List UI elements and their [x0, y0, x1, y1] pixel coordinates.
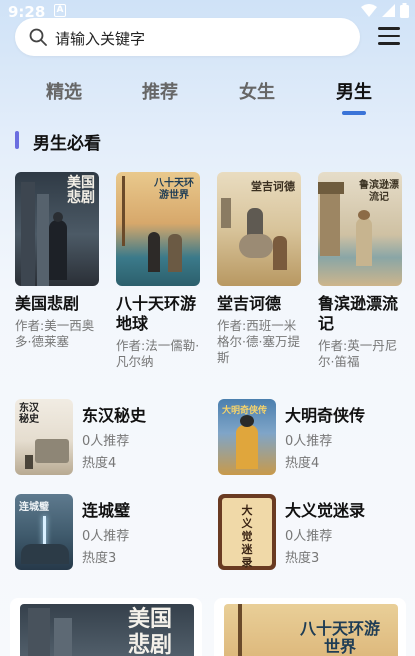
book-title: 大义觉迷录	[285, 501, 366, 520]
book-cover: 美国悲剧	[15, 172, 99, 286]
cover-title: 大明奇侠传	[222, 406, 268, 416]
heat-value: 热度4	[285, 456, 320, 471]
search-input[interactable]: 请输入关键字	[15, 18, 360, 56]
book-cover: 东汉秘史	[15, 399, 73, 475]
tab-tuijian[interactable]: 推荐	[130, 78, 190, 104]
featured-book[interactable]: 鲁滨逊漂流记 鲁滨逊漂流记 作者:英一丹尼尔·笛福	[318, 172, 404, 370]
heat-value: 热度3	[285, 551, 320, 566]
cover-title: 堂吉诃德	[251, 180, 295, 193]
cover-title: 八十天环游世界	[154, 178, 194, 201]
book-author: 作者:英一丹尼尔·笛福	[318, 338, 398, 369]
cover-title: 东汉秘史	[19, 403, 39, 425]
book-title: 连城璧	[82, 501, 131, 520]
notification-icon: A	[54, 4, 66, 17]
list-item[interactable]: 连城璧 连城璧 0人推荐 热度3	[15, 494, 205, 570]
featured-book[interactable]: 美国悲剧 美国悲剧 作者:美一西奥多·德莱塞	[15, 172, 101, 350]
book-title: 美国悲剧	[15, 294, 80, 313]
list-item[interactable]: 东汉秘史 东汉秘史 0人推荐 热度4	[15, 399, 205, 475]
book-cover: 八十天环游世界	[116, 172, 200, 286]
battery-icon	[400, 3, 409, 18]
cover-title: 连城璧	[19, 502, 49, 513]
list-item[interactable]: 大明奇侠传 大明奇侠传 0人推荐 热度4	[218, 399, 408, 475]
section-accent-bar	[15, 131, 19, 149]
book-cover: 连城璧	[15, 494, 73, 570]
banner-card[interactable]: 八十天环游世界	[214, 598, 406, 656]
book-author: 作者:西班一米格尔·德·塞万提斯	[217, 318, 300, 365]
recommend-count: 0人推荐	[82, 434, 130, 449]
recommend-count: 0人推荐	[285, 529, 333, 544]
cover-title: 八十天环游世界	[300, 619, 381, 656]
tab-nvsheng[interactable]: 女生	[227, 78, 287, 104]
tab-nansheng[interactable]: 男生	[324, 78, 384, 104]
status-icons	[361, 3, 409, 18]
cover-title: 美国悲剧	[67, 175, 95, 206]
featured-book[interactable]: 堂吉诃德 堂吉诃德 作者:西班一米格尔·德·塞万提斯	[217, 172, 303, 366]
banner-card[interactable]: 美国悲剧	[10, 598, 202, 656]
book-title: 鲁滨逊漂流记	[318, 294, 399, 333]
search-icon	[29, 28, 47, 46]
section-title: 男生必看	[33, 134, 101, 154]
book-title: 八十天环游地球	[116, 294, 197, 333]
cover-title: 美国悲剧	[128, 606, 173, 656]
book-title: 大明奇侠传	[285, 406, 366, 425]
wifi-icon	[361, 4, 377, 17]
tab-jingxuan[interactable]: 精选	[34, 78, 94, 104]
book-cover: 鲁滨逊漂流记	[318, 172, 402, 286]
heat-value: 热度4	[82, 456, 117, 471]
cover-title: 鲁滨逊漂流记	[359, 180, 399, 203]
category-tabs: 精选 推荐 女生 男生	[0, 78, 415, 118]
signal-icon	[382, 4, 395, 17]
list-item[interactable]: 大义觉迷录 大义觉迷录 0人推荐 热度3	[218, 494, 408, 570]
menu-icon[interactable]	[378, 27, 400, 45]
book-cover: 大明奇侠传	[218, 399, 276, 475]
recommend-count: 0人推荐	[285, 434, 333, 449]
book-title: 东汉秘史	[82, 406, 147, 425]
book-author: 作者:法一儒勒·凡尔纳	[116, 338, 200, 369]
recommend-count: 0人推荐	[82, 529, 130, 544]
book-title: 堂吉诃德	[217, 294, 282, 313]
book-cover: 大义觉迷录	[218, 494, 276, 570]
search-placeholder: 请输入关键字	[55, 30, 146, 48]
cover-title: 大义觉迷录	[241, 504, 253, 569]
active-tab-indicator	[342, 111, 366, 115]
book-cover: 堂吉诃德	[217, 172, 301, 286]
book-author: 作者:美一西奥多·德莱塞	[15, 318, 95, 349]
featured-book[interactable]: 八十天环游世界 八十天环游地球 作者:法一儒勒·凡尔纳	[116, 172, 202, 370]
heat-value: 热度3	[82, 551, 117, 566]
